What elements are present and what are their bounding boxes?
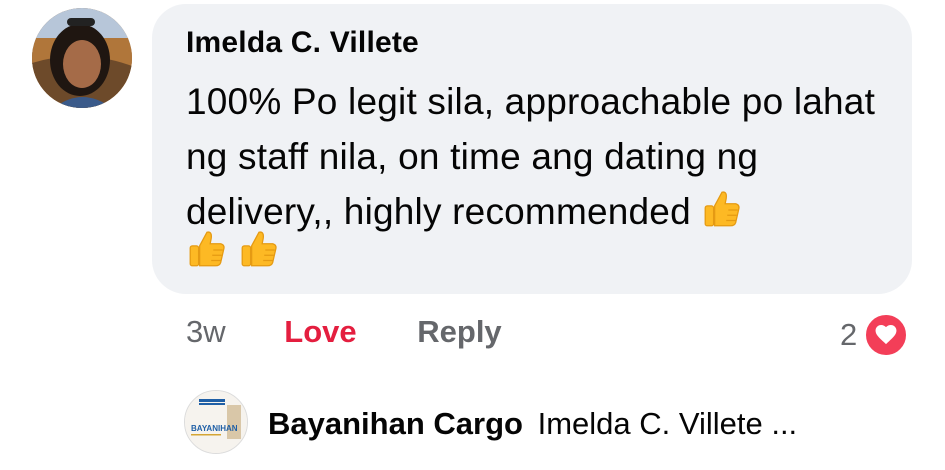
reply-preview-line[interactable]: Bayanihan Cargo Imelda C. Villete ... [268,406,797,442]
heart-icon [863,312,910,358]
reply-author[interactable]: Bayanihan Cargo [268,406,523,441]
comment-timestamp[interactable]: 3w [186,314,226,349]
commenter-avatar[interactable] [32,8,132,108]
comment-text: 100% Po legit sila, approachable po laha… [186,74,886,239]
comment-bubble: Imelda C. Villete 100% Po legit sila, ap… [152,4,912,294]
thumbs-up-icon [189,231,225,267]
svg-text:BAYANIHAN: BAYANIHAN [191,424,238,433]
reply-text: Imelda C. Villete ... [537,406,798,441]
reaction-count: 2 [840,317,858,352]
bayanihan-logo: BAYANIHAN [185,391,247,453]
thumbs-up-icon [242,231,278,267]
love-button[interactable]: Love [284,314,356,349]
reply-button[interactable]: Reply [417,314,501,349]
page-avatar[interactable]: BAYANIHAN [184,390,248,454]
commenter-photo [32,8,132,108]
comment-body: 100% Po legit sila, approachable po laha… [186,81,876,232]
comment-actions: 3w Love Reply [186,314,554,350]
reaction-summary[interactable]: 2 [840,312,910,358]
comment-author[interactable]: Imelda C. Villete [186,26,419,60]
thumbs-up-icon [704,191,740,227]
emoji-row [186,228,286,270]
